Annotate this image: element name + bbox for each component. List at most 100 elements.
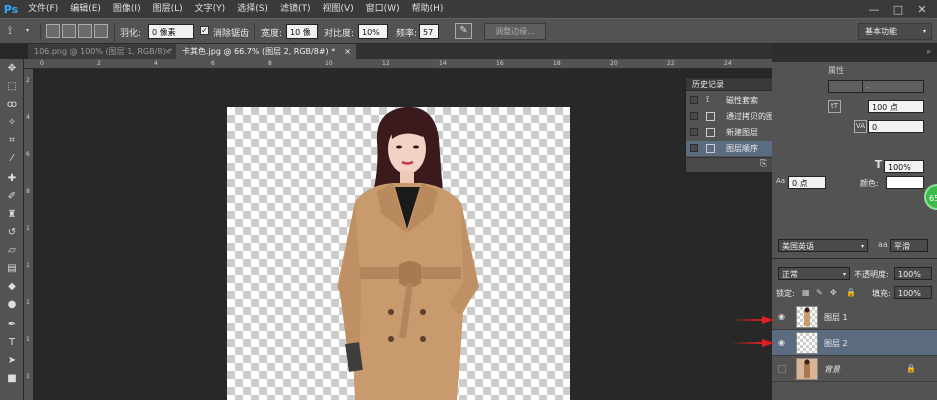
menu-help[interactable]: 帮助(H) (406, 0, 450, 18)
fill-input[interactable]: 100% (894, 286, 932, 299)
width-input[interactable]: 10 像素 (286, 24, 318, 52)
marquee-tool-icon[interactable]: ⬚ (4, 79, 20, 94)
path-select-icon[interactable]: ➤ (4, 353, 20, 368)
ruler-tick-label: 16 (496, 60, 504, 67)
pen-pressure-icon[interactable]: ✎ (455, 23, 472, 39)
ruler-tick-label: 1 (26, 373, 30, 380)
layer-thumbnail (796, 358, 818, 380)
eye-icon[interactable]: ◉ (778, 312, 785, 321)
history-snapshot-checkbox[interactable] (690, 112, 698, 120)
arrow-to-layer-1 (730, 316, 774, 324)
frequency-input[interactable]: 57 (419, 24, 439, 39)
feather-input[interactable]: 0 像素 (148, 24, 194, 39)
healing-brush-icon[interactable]: ✚ (4, 171, 20, 186)
close-tab-icon[interactable]: × (164, 44, 171, 59)
history-snapshot-checkbox[interactable] (690, 128, 698, 136)
menu-image[interactable]: 图像(I) (107, 0, 147, 18)
ruler-tick-label: 4 (26, 114, 30, 121)
contrast-input[interactable]: 10% (358, 24, 388, 39)
baseline-shift-input[interactable]: 0 点 (788, 176, 826, 189)
antialias-method-label: 平滑 (894, 242, 910, 251)
tab-kaqise-jpg[interactable]: 卡其色.jpg @ 66.7% (图层 2, RGB/8#) * × (176, 44, 356, 59)
ruler-tick-label: 18 (553, 60, 561, 67)
add-selection-icon[interactable] (62, 24, 76, 38)
width-label: 宽度: (261, 29, 283, 39)
ruler-tick-label: 12 (382, 60, 390, 67)
ruler-tick-label: 1 (26, 262, 30, 269)
text-color-swatch[interactable] (886, 176, 924, 189)
brush-tool-icon[interactable]: ✐ (4, 189, 20, 204)
intersect-selection-icon[interactable] (94, 24, 108, 38)
blend-mode-dropdown[interactable]: 正常 ▾ (778, 267, 850, 280)
chevron-down-icon: ▾ (842, 271, 846, 278)
layer-row[interactable]: 背景 🔒 (772, 356, 937, 382)
background-thumbnail (804, 359, 810, 378)
workspace-label: 基本功能 (865, 27, 897, 36)
lock-position-icon[interactable]: ✥ (830, 288, 837, 297)
history-snapshot-checkbox[interactable] (690, 96, 698, 104)
maximize-button[interactable]: □ (886, 0, 910, 18)
shape-tool-icon[interactable]: ■ (4, 371, 20, 386)
close-tab-icon[interactable]: × (344, 44, 351, 59)
blur-tool-icon[interactable]: ◆ (4, 279, 20, 294)
close-window-button[interactable]: ✕ (910, 0, 934, 18)
document-canvas[interactable] (227, 107, 570, 400)
antialias-method-dropdown[interactable]: 平滑 (890, 239, 928, 252)
layer-row-selected[interactable]: ◉ 图层 2 (772, 330, 937, 356)
photoshop-window: Ps 文件(F) 编辑(E) 图像(I) 图层(L) 文字(Y) 选择(S) 滤… (0, 0, 937, 400)
magic-wand-icon[interactable]: ✧ (4, 115, 20, 130)
history-snapshot-checkbox[interactable] (690, 144, 698, 152)
tab-106-png[interactable]: 106.png @ 100% (图层 1, RGB/8) * × (28, 44, 176, 59)
lock-icon: 🔒 (906, 364, 916, 373)
eraser-icon[interactable]: ▱ (4, 243, 20, 258)
workspace-dropdown[interactable]: 基本功能 ▾ (858, 23, 932, 40)
ps-logo: Ps (3, 2, 19, 16)
layer-row[interactable]: ◉ 图层 1 (772, 304, 937, 330)
vertical-scale-input[interactable]: 100% (884, 160, 924, 173)
new-document-from-state-icon[interactable]: ⎘ (760, 159, 767, 169)
menu-edit[interactable]: 编辑(E) (64, 0, 107, 18)
magnetic-lasso-icon[interactable]: ⟟ (8, 24, 22, 38)
menu-layer[interactable]: 图层(L) (147, 0, 189, 18)
gradient-tool-icon[interactable]: ▤ (4, 261, 20, 276)
lock-all-icon[interactable]: 🔒 (846, 288, 856, 297)
history-brush-icon[interactable]: ↺ (4, 225, 20, 240)
dodge-tool-icon[interactable]: ● (4, 297, 20, 312)
minimize-button[interactable]: — (862, 0, 886, 18)
tool-preset-dropdown-icon[interactable]: ▾ (26, 27, 29, 34)
ruler-tick-label: 2 (97, 60, 101, 67)
language-dropdown[interactable]: 美国英语 ▾ (778, 239, 868, 252)
menu-window[interactable]: 窗口(W) (360, 0, 406, 18)
subtract-selection-icon[interactable] (78, 24, 92, 38)
crop-tool-icon[interactable]: ⌗ (4, 133, 20, 148)
lock-pixels-icon[interactable]: ✎ (816, 288, 823, 297)
opacity-input[interactable]: 100% (894, 267, 932, 280)
menu-select[interactable]: 选择(S) (231, 0, 274, 18)
menu-filter[interactable]: 滤镜(T) (274, 0, 317, 18)
document-icon (706, 128, 715, 137)
lock-transparent-icon[interactable]: ▦ (802, 288, 810, 297)
model-thumbnail (804, 307, 810, 326)
lasso-tool-icon[interactable]: ꝏ (4, 97, 20, 112)
menu-view[interactable]: 视图(V) (316, 0, 359, 18)
eyedropper-icon[interactable]: ⁄ (4, 151, 20, 166)
ruler-tick-label: 1 (26, 225, 30, 232)
antialias-checkbox[interactable]: ✓ (200, 26, 209, 35)
refine-edge-button[interactable]: 调整边缘... (484, 23, 546, 40)
visibility-toggle[interactable] (778, 365, 786, 373)
type-tool-icon[interactable]: T (4, 335, 20, 350)
dock-header: » (772, 44, 937, 62)
properties-tab[interactable]: 属性 (828, 65, 844, 76)
clone-stamp-icon[interactable]: ♜ (4, 207, 20, 222)
menu-type[interactable]: 文字(Y) (189, 0, 232, 18)
tracking-input[interactable]: 0 (868, 120, 924, 133)
eye-icon[interactable]: ◉ (778, 338, 785, 347)
pen-tool-icon[interactable]: ✒ (4, 317, 20, 332)
font-style-dropdown[interactable]: - (862, 80, 924, 93)
new-selection-icon[interactable] (46, 24, 60, 38)
tool-bar: ✥ ⬚ ꝏ ✧ ⌗ ⁄ ✚ ✐ ♜ ↺ ▱ ▤ ◆ ● ✒ T ➤ ■ (0, 59, 24, 400)
font-size-input[interactable]: 100 点 (868, 100, 924, 113)
menu-file[interactable]: 文件(F) (22, 0, 64, 18)
collapse-icon[interactable]: » (926, 47, 931, 56)
move-tool-icon[interactable]: ✥ (4, 61, 20, 76)
